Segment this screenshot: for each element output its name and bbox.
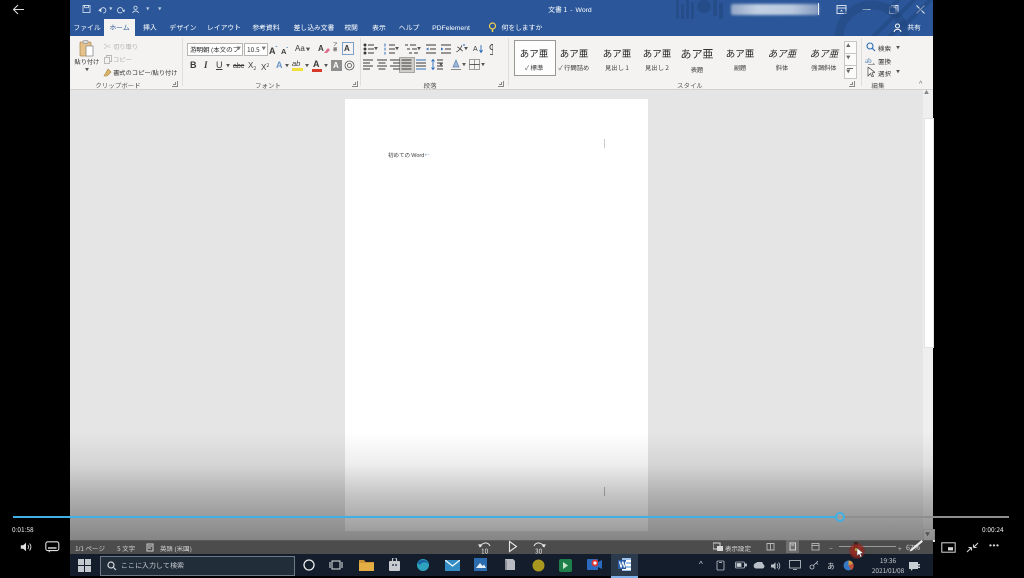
svg-text:W: W (619, 560, 627, 571)
svg-text:30: 30 (535, 546, 543, 555)
svg-text:A: A (473, 44, 478, 54)
svg-text:ab: ab (865, 56, 872, 65)
svg-text:10: 10 (481, 546, 489, 555)
svg-text:メ: メ (455, 43, 464, 55)
